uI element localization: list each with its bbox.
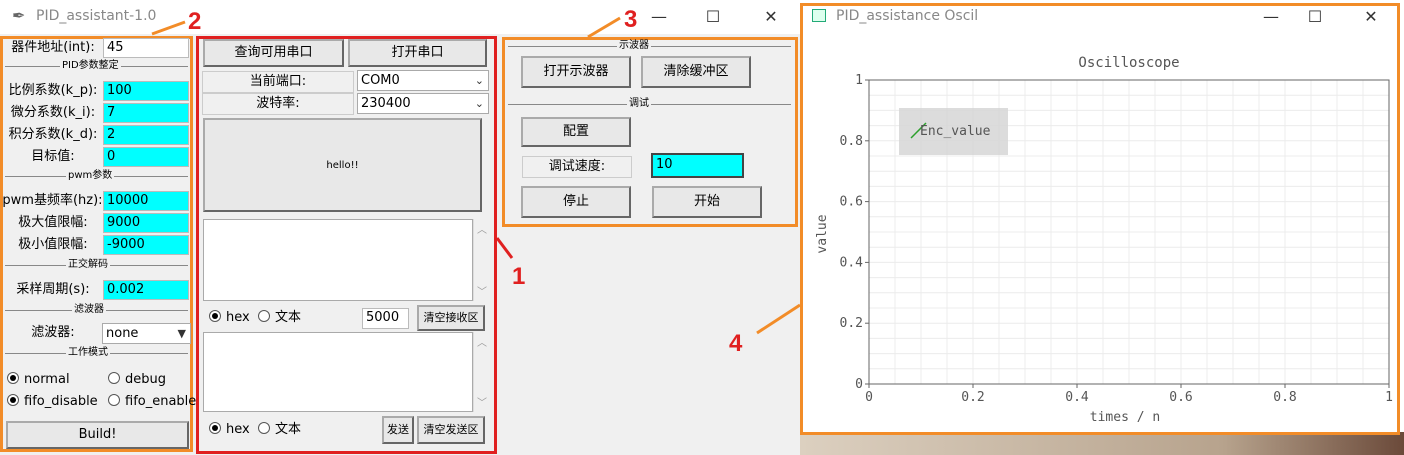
callout-number-4: 4 [729, 330, 743, 357]
callout-line-1 [495, 237, 514, 259]
callout-number-2: 2 [188, 8, 202, 35]
callout-number-1: 1 [512, 263, 526, 290]
callout-number-3: 3 [624, 6, 638, 33]
callout-line-4 [756, 303, 801, 335]
callout-line-3 [587, 16, 621, 39]
callout-lines [151, 16, 801, 335]
callout-line-2 [151, 20, 186, 36]
